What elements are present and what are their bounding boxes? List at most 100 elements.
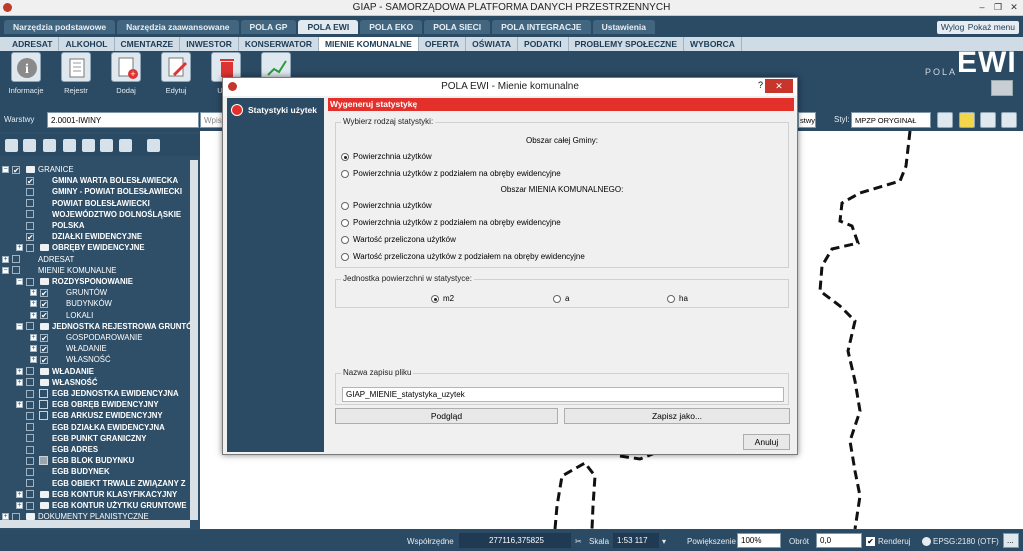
- restore-button[interactable]: ❐: [991, 1, 1005, 14]
- tab-pola-gp[interactable]: POLA GP: [240, 20, 297, 34]
- tree-layer-item[interactable]: EGB BLOK BUDYNKU: [52, 455, 134, 466]
- tree-expand-toggle[interactable]: −: [16, 322, 23, 330]
- tree-checkbox[interactable]: [26, 445, 34, 454]
- tree-expand-toggle[interactable]: +: [2, 255, 9, 263]
- close-button[interactable]: ✕: [1007, 1, 1021, 14]
- tree-layer-item[interactable]: POLSKA: [52, 220, 85, 231]
- tree-checkbox[interactable]: ✔: [12, 165, 20, 174]
- tree-layer-item[interactable]: EGB ADRES: [52, 444, 98, 455]
- tree-layer-item[interactable]: EGB KONTUR UŻYTKU GRUNTOWE: [52, 500, 187, 511]
- tree-layer-item[interactable]: ROZDYSPONOWANIE: [52, 276, 133, 287]
- tree-checkbox[interactable]: ✔: [40, 288, 48, 297]
- expand-all-icon[interactable]: [100, 139, 113, 152]
- radio-mienie-powierzchnia[interactable]: Powierzchnia użytków: [341, 201, 432, 211]
- tab-pola-eko[interactable]: POLA EKO: [360, 20, 423, 34]
- scale-lock-icon[interactable]: ▾: [662, 537, 666, 546]
- tree-layer-item[interactable]: EGB KONTUR KLASYFIKACYJNY: [52, 489, 177, 500]
- style-combo[interactable]: MPZP ORYGINAŁ: [851, 112, 931, 128]
- tree-layer-item[interactable]: OBRĘBY EWIDENCYJNE: [52, 242, 145, 253]
- messages-button[interactable]: ...: [1003, 533, 1019, 548]
- zoom-layer-icon[interactable]: [980, 112, 996, 128]
- radio-mienie-obreby[interactable]: Powierzchnia użytków z podziałem na obrę…: [341, 218, 561, 228]
- tab-podatki[interactable]: PODATKI: [518, 37, 569, 51]
- tree-layer-item[interactable]: EGB ARKUSZ EWIDENCYJNY: [52, 410, 163, 421]
- tree-checkbox[interactable]: [26, 501, 34, 510]
- tree-checkbox[interactable]: ✔: [26, 176, 34, 185]
- radio-gmina-powierzchnia[interactable]: Powierzchnia użytków: [341, 152, 432, 162]
- tab-pola-sieci[interactable]: POLA SIECI: [424, 20, 491, 34]
- tree-expand-toggle[interactable]: +: [30, 356, 37, 364]
- tree-layer-item[interactable]: EGB OBRĘB EWIDENCYJNY: [52, 399, 159, 410]
- tree-checkbox[interactable]: [26, 277, 34, 286]
- zoom-field[interactable]: 100%: [737, 533, 781, 548]
- collapse-icon[interactable]: [43, 139, 56, 152]
- tree-expand-toggle[interactable]: +: [16, 367, 23, 375]
- tree-checkbox[interactable]: ✔: [40, 344, 48, 353]
- tree-checkbox[interactable]: [12, 255, 20, 264]
- tree-checkbox[interactable]: [12, 266, 20, 275]
- tree-checkbox[interactable]: [26, 479, 34, 488]
- layer-combo-right[interactable]: stwy: [798, 112, 816, 128]
- radio-unit-a[interactable]: a: [553, 294, 569, 304]
- tab-oferta[interactable]: OFERTA: [419, 37, 467, 51]
- tree-checkbox[interactable]: ✔: [26, 232, 34, 241]
- tree-checkbox[interactable]: [26, 378, 34, 387]
- tab-pola-ewi[interactable]: POLA EWI: [298, 20, 359, 34]
- tab-problemy-spoleczne[interactable]: PROBLEMY SPOŁECZNE: [569, 37, 684, 51]
- clear-selection-icon[interactable]: [1001, 112, 1017, 128]
- tab-mienie-komunalne[interactable]: MIENIE KOMUNALNE: [318, 37, 419, 51]
- visibility-icon[interactable]: [23, 139, 36, 152]
- cancel-button[interactable]: Anuluj: [743, 434, 790, 450]
- tree-layer-item[interactable]: WŁADANIE: [66, 343, 107, 354]
- tree-checkbox[interactable]: ✔: [40, 333, 48, 342]
- tree-layer-item[interactable]: EGB PUNKT GRANICZNY: [52, 433, 146, 444]
- map-settings-icon[interactable]: [937, 112, 953, 128]
- tree-checkbox[interactable]: [26, 389, 34, 398]
- tree-vertical-scrollbar[interactable]: [190, 160, 198, 520]
- tab-wyborca[interactable]: WYBORCA: [684, 37, 742, 51]
- tree-expand-toggle[interactable]: −: [2, 166, 9, 173]
- radio-mienie-wartosc-obreby[interactable]: Wartość przeliczona użytków z podziałem …: [341, 252, 585, 262]
- save-as-button[interactable]: Zapisz jako...: [564, 408, 790, 424]
- tree-layer-item[interactable]: GMINA WARTA BOLESŁAWIECKA: [52, 175, 178, 186]
- radio-unit-ha[interactable]: ha: [667, 294, 688, 304]
- tree-checkbox[interactable]: [26, 210, 34, 219]
- sidebar-item-statystyki[interactable]: Statystyki użytek: [231, 103, 317, 117]
- dodaj-button[interactable]: + Dodaj: [104, 52, 148, 108]
- tree-checkbox[interactable]: [26, 467, 34, 476]
- radio-gmina-obreby[interactable]: Powierzchnia użytków z podziałem na obrę…: [341, 169, 561, 179]
- tree-checkbox[interactable]: [26, 367, 34, 376]
- tab-alkohol[interactable]: ALKOHOL: [59, 37, 115, 51]
- tree-expand-toggle[interactable]: +: [16, 378, 23, 386]
- tree-horizontal-scrollbar[interactable]: [0, 520, 190, 528]
- show-menu-button[interactable]: Pokaż menu: [963, 21, 1019, 34]
- tree-checkbox[interactable]: ✔: [40, 311, 48, 320]
- tree-layer-item[interactable]: JEDNOSTKA REJESTROWA GRUNTÓ: [52, 321, 190, 332]
- tree-layer-item[interactable]: GRANICE: [38, 164, 74, 175]
- tree-layer-item[interactable]: EGB JEDNOSTKA EWIDENCYJNA: [52, 388, 179, 399]
- group-icon[interactable]: [82, 139, 95, 152]
- filter-icon[interactable]: [63, 139, 76, 152]
- edytuj-button[interactable]: Edytuj: [154, 52, 198, 108]
- render-checkbox[interactable]: ✔: [866, 537, 875, 546]
- tree-layer-item[interactable]: WOJEWÓDZTWO DOLNOŚLĄSKIE: [52, 209, 181, 220]
- tree-expand-toggle[interactable]: +: [16, 490, 23, 498]
- preview-button[interactable]: Podgląd: [335, 408, 558, 424]
- file-name-input[interactable]: GIAP_MIENIE_statystyka_uzytek: [342, 387, 784, 402]
- help-button[interactable]: ?: [758, 80, 763, 90]
- folder-icon[interactable]: [991, 80, 1013, 96]
- tree-checkbox[interactable]: [26, 199, 34, 208]
- tree-checkbox[interactable]: [26, 490, 34, 499]
- tree-checkbox[interactable]: [26, 423, 34, 432]
- tab-oswiata[interactable]: OŚWIATA: [466, 37, 519, 51]
- tree-expand-toggle[interactable]: +: [30, 300, 37, 308]
- tree-checkbox[interactable]: ✔: [40, 355, 48, 364]
- remove-layer-icon[interactable]: [147, 139, 160, 152]
- add-layer-icon[interactable]: [5, 139, 18, 152]
- tree-layer-item[interactable]: EGB OBIEKT TRWALE ZWIĄZANY Z: [52, 478, 186, 489]
- tree-checkbox[interactable]: [26, 411, 34, 420]
- tab-narzedzia-podstawowe[interactable]: Narzędzia podstawowe: [4, 20, 116, 34]
- informacje-button[interactable]: i Informacje: [4, 52, 48, 108]
- tree-layer-item[interactable]: GOSPODAROWANIE: [66, 332, 142, 343]
- tree-layer-item[interactable]: POWIAT BOLESŁAWIECKI: [52, 198, 150, 209]
